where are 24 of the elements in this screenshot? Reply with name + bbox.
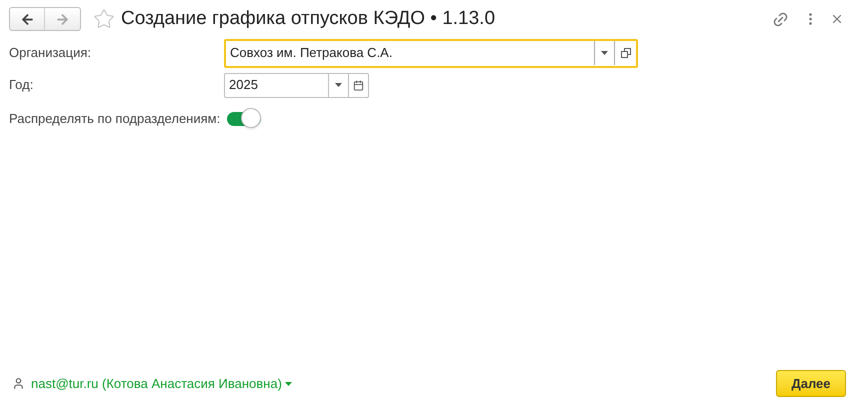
year-field[interactable]: 2025 [224, 72, 369, 98]
link-button[interactable] [772, 10, 789, 28]
back-icon [20, 12, 34, 26]
caret-icon [284, 382, 292, 386]
favorite-star-button[interactable] [93, 8, 115, 30]
caret-icon [335, 83, 342, 87]
star-icon [93, 8, 115, 30]
field-value: Совхоз им. Петракова С.А. [229, 44, 394, 62]
more-button[interactable] [809, 13, 812, 25]
more-icon [809, 13, 812, 25]
field-label: Год: [9, 76, 34, 94]
field-label: Организация: [9, 44, 92, 62]
next-button[interactable]: Далее [776, 370, 846, 397]
forward-icon [55, 12, 70, 26]
user-icon [12, 377, 25, 390]
close-icon [830, 12, 844, 26]
organization-field[interactable]: Совхоз им. Петракова С.А. [224, 38, 638, 68]
field-label: Распределять по подразделениям: [9, 110, 220, 128]
field-value: 2025 [228, 76, 259, 94]
close-button[interactable] [830, 12, 844, 26]
open-window-icon [620, 48, 630, 58]
calendar-icon [353, 80, 364, 90]
window-title: Создание графика отпусков КЭДО • 1.13.0 [121, 6, 496, 31]
caret-icon [601, 51, 608, 55]
